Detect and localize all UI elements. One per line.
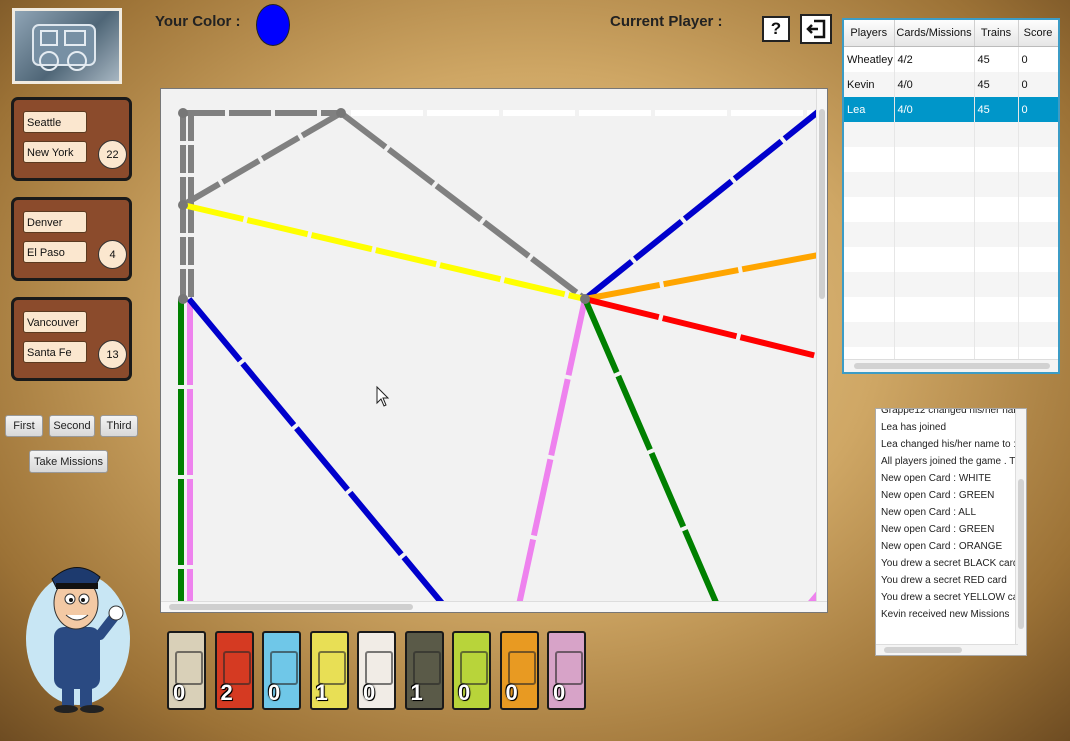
log-entry: New open Card : GREEN <box>881 524 995 535</box>
mission-to: New York <box>23 141 87 163</box>
log-entry: Lea has joined <box>881 422 947 433</box>
player-cards: 4/0 <box>894 72 975 97</box>
mission-card[interactable]: Vancouver Santa Fe 13 <box>11 297 132 381</box>
card-count: 0 <box>173 680 186 705</box>
mission-card[interactable]: Denver El Paso 4 <box>11 197 132 281</box>
player-score: 0 <box>1018 72 1058 97</box>
mission-points: 4 <box>98 240 127 269</box>
game-log[interactable]: Grappe12 changed his/her name Lea has jo… <box>875 408 1027 656</box>
route-gray <box>181 110 343 208</box>
table-row[interactable]: Wheatley 4/2 45 0 <box>844 46 1058 72</box>
train-card-green[interactable]: 0 <box>452 631 491 710</box>
log-entry: New open Card : ALL <box>881 507 977 518</box>
mission-card[interactable]: Seattle New York 22 <box>11 97 132 181</box>
player-name: Lea <box>844 97 895 122</box>
card-count: 0 <box>363 680 376 705</box>
train-card-all[interactable]: 0 <box>167 631 206 710</box>
card-count: 0 <box>553 680 566 705</box>
column-header[interactable]: Cards/Missions <box>894 20 975 47</box>
player-cards: 4/2 <box>894 46 975 72</box>
mission-points: 13 <box>98 340 127 369</box>
board-vertical-scrollbar[interactable] <box>816 89 827 612</box>
route-blue <box>186 297 454 612</box>
card-count: 0 <box>458 680 471 705</box>
first-button[interactable]: First <box>5 415 43 437</box>
table-horizontal-scrollbar[interactable] <box>844 359 1058 372</box>
player-name: Wheatley <box>844 46 895 72</box>
take-missions-button[interactable]: Take Missions <box>29 450 108 473</box>
exit-button[interactable] <box>800 14 832 44</box>
third-button[interactable]: Third <box>100 415 138 437</box>
train-card-white[interactable]: 0 <box>357 631 396 710</box>
train-card-pink[interactable]: 0 <box>547 631 586 710</box>
city-node <box>580 294 590 304</box>
card-count: 0 <box>505 680 518 705</box>
table-row[interactable]: Kevin 4/0 45 0 <box>844 72 1058 97</box>
route-map <box>178 100 827 612</box>
player-trains: 45 <box>974 97 1019 122</box>
route-green <box>582 297 724 612</box>
mouse-cursor-icon <box>376 385 390 407</box>
conductor-mascot <box>22 555 134 715</box>
train-card-blue[interactable]: 0 <box>262 631 301 710</box>
player-score: 0 <box>1018 97 1058 122</box>
card-count: 0 <box>268 680 281 705</box>
city-node <box>178 200 188 210</box>
city-node <box>336 108 346 118</box>
city-node <box>178 294 188 304</box>
train-card-yellow[interactable]: 1 <box>309 631 349 710</box>
route-red <box>584 296 827 362</box>
player-score: 0 <box>1018 46 1058 72</box>
table-row-selected[interactable]: Lea 4/0 45 0 <box>844 97 1058 122</box>
help-icon: ? <box>770 19 782 38</box>
card-count: 1 <box>410 680 423 705</box>
table-header-row: Players Cards/Missions Trains Score <box>844 20 1058 47</box>
train-engraving-icon <box>32 24 96 71</box>
mission-from: Denver <box>23 211 87 233</box>
mission-from: Vancouver <box>23 311 87 333</box>
board-horizontal-scrollbar[interactable] <box>161 601 827 612</box>
mission-from: Seattle <box>23 111 87 133</box>
column-header[interactable]: Trains <box>974 20 1019 47</box>
your-color-indicator <box>256 4 290 46</box>
game-logo <box>12 8 122 84</box>
log-entry: You drew a secret YELLOW card <box>881 592 1027 603</box>
mission-to: Santa Fe <box>23 341 87 363</box>
exit-icon <box>806 19 826 39</box>
route-pink <box>514 298 588 612</box>
log-entry: Lea changed his/her name to : Le <box>881 439 1027 450</box>
city-node <box>178 108 188 118</box>
log-entry: New open Card : ORANGE <box>881 541 1003 552</box>
log-entry: New open Card : WHITE <box>881 473 992 484</box>
players-table[interactable]: Players Cards/Missions Trains Score Whea… <box>842 18 1060 374</box>
log-entry: You drew a secret RED card <box>881 575 1007 586</box>
log-entry: Grappe12 changed his/her name <box>881 408 1027 416</box>
player-cards: 4/0 <box>894 97 975 122</box>
train-card-red[interactable]: 2 <box>214 631 254 710</box>
player-name: Kevin <box>844 72 895 97</box>
mission-points: 22 <box>98 140 127 169</box>
card-count: 1 <box>315 680 328 705</box>
log-entry: All players joined the game . The <box>881 456 1027 467</box>
player-trains: 45 <box>974 46 1019 72</box>
player-trains: 45 <box>974 72 1019 97</box>
current-player-label: Current Player : <box>610 13 723 30</box>
train-card-orange[interactable]: 0 <box>499 631 539 710</box>
column-header[interactable]: Players <box>844 20 895 47</box>
log-vertical-scrollbar[interactable] <box>1015 409 1026 655</box>
log-entry: Kevin received new Missions <box>881 609 1010 620</box>
route-blue <box>583 100 827 302</box>
mission-to: El Paso <box>23 241 87 263</box>
log-entry: You drew a secret BLACK card <box>881 558 1019 569</box>
log-entry: New open Card : GREEN <box>881 490 995 501</box>
log-horizontal-scrollbar[interactable] <box>876 644 1018 655</box>
game-board[interactable] <box>160 88 828 613</box>
column-header[interactable]: Score <box>1018 20 1058 47</box>
help-button[interactable]: ? <box>762 16 790 42</box>
route-orange <box>584 250 827 302</box>
card-count: 2 <box>220 680 233 705</box>
train-card-black[interactable]: 1 <box>404 631 444 710</box>
second-button[interactable]: Second <box>49 415 95 437</box>
your-color-label: Your Color : <box>155 13 241 30</box>
